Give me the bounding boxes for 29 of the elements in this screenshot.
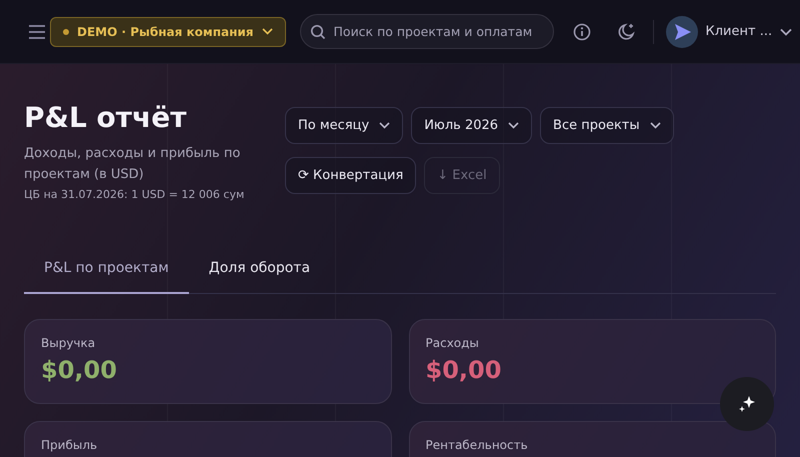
- moon-icon[interactable]: [616, 22, 636, 42]
- exchange-rate-note: ЦБ на 31.07.2026: 1 USD = 12 006 сум: [24, 188, 246, 201]
- chevron-icon: [379, 122, 390, 129]
- company-selector[interactable]: DEMO · Рыбная компания: [50, 16, 286, 46]
- action-button[interactable]: ⟳ Конвертация: [285, 157, 416, 194]
- tab[interactable]: P&L по проектам: [24, 256, 189, 294]
- chevron-icon: [508, 122, 520, 129]
- user-name: Клиент ...: [706, 24, 772, 39]
- chevron-icon: [262, 28, 273, 35]
- info-icon[interactable]: [572, 22, 591, 40]
- metric-label: Рентабельность: [426, 438, 529, 452]
- metric-label: Прибыль: [41, 438, 98, 452]
- chevron-icon: [650, 122, 661, 129]
- user-menu[interactable]: Клиент ...: [666, 16, 792, 48]
- avatar-icon: [666, 16, 698, 48]
- search-field[interactable]: Поиск по проектам и оплатам: [300, 14, 554, 49]
- menu-icon[interactable]: [28, 24, 46, 38]
- filter-dropdown[interactable]: По месяцу: [285, 107, 404, 144]
- page-subtitle: Доходы, расходы и прибыль по проектам (в USD): [24, 145, 242, 184]
- metric-value: $0,00: [41, 356, 118, 384]
- metric-value: $0,00: [426, 356, 502, 384]
- metric-label: Расходы: [426, 336, 480, 350]
- sparkle-icon: [737, 394, 757, 414]
- page-title: P&L отчёт: [24, 100, 188, 136]
- chevron-icon: [780, 28, 792, 36]
- filter-dropdown[interactable]: Все проекты: [540, 107, 674, 144]
- tab[interactable]: Доля оборота: [188, 256, 330, 294]
- filter-dropdown[interactable]: Июль 2026: [411, 107, 532, 144]
- metric-label: Выручка: [41, 336, 96, 350]
